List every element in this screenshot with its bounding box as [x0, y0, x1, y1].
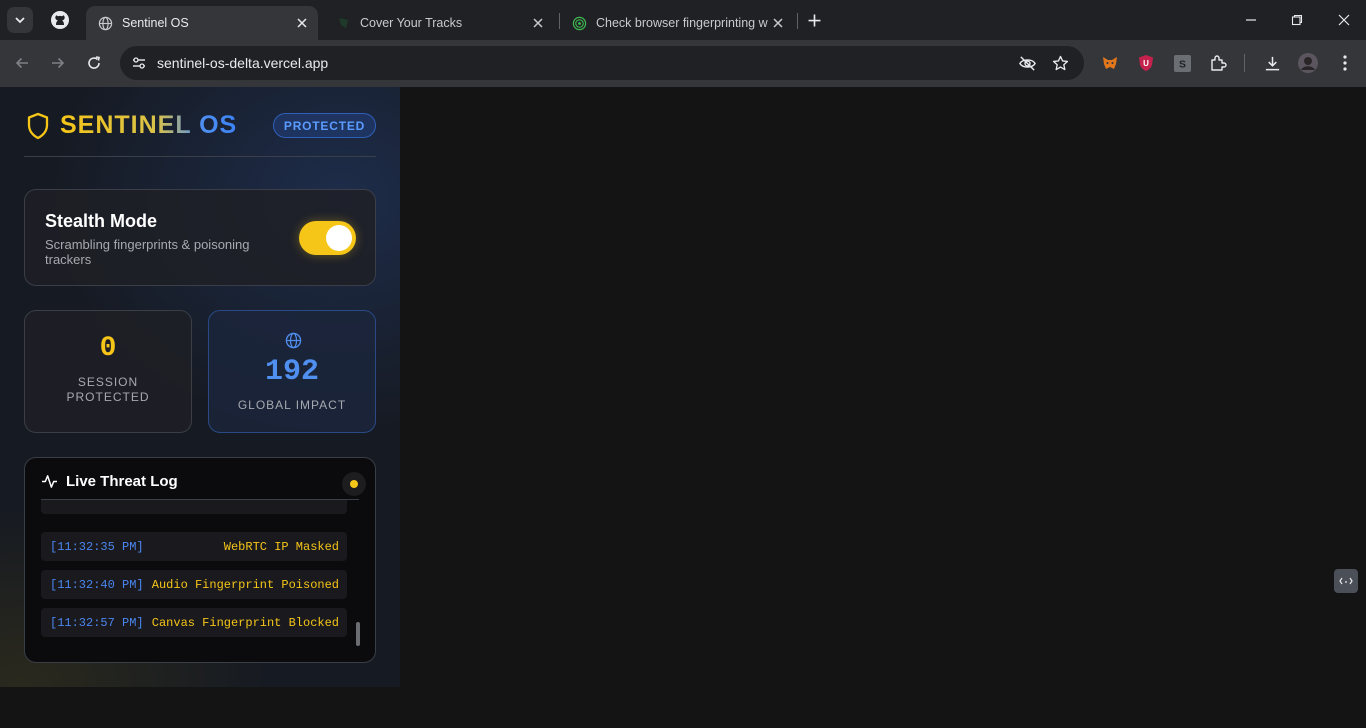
browser-toolbar: sentinel-os-delta.vercel.app U S: [0, 40, 1366, 87]
close-window-icon[interactable]: [1334, 10, 1354, 30]
shield-icon: [27, 112, 49, 139]
address-bar[interactable]: sentinel-os-delta.vercel.app: [120, 46, 1084, 80]
threat-log-list[interactable]: [11:32:35 PM] WebRTC IP Masked [11:32:40…: [41, 500, 351, 650]
brand-title: SENTINEL OS: [60, 111, 238, 139]
site-settings-icon[interactable]: [128, 52, 150, 74]
close-tab-icon[interactable]: [530, 15, 546, 31]
extensions-puzzle-icon[interactable]: [1208, 53, 1228, 73]
log-entry: [11:32:35 PM] WebRTC IP Masked: [41, 532, 347, 561]
log-entry-partial: [41, 500, 347, 514]
more-menu-icon[interactable]: [1335, 53, 1355, 73]
url-text[interactable]: sentinel-os-delta.vercel.app: [157, 55, 328, 71]
tab-title: Cover Your Tracks: [360, 16, 463, 30]
back-arrow-icon[interactable]: [11, 52, 33, 74]
metamask-fox-icon[interactable]: [1100, 53, 1120, 73]
globe-icon: [97, 15, 113, 31]
new-tab-plus-icon[interactable]: [804, 10, 824, 30]
code-face-icon: [1339, 577, 1353, 585]
log-scrollbar[interactable]: [356, 622, 360, 646]
threat-log-panel: Live Threat Log [11:32:35 PM] WebRTC IP …: [24, 457, 376, 663]
log-entry: [11:32:57 PM] Canvas Fingerprint Blocked: [41, 608, 347, 637]
threat-log-title: Live Threat Log: [66, 473, 178, 490]
tab-sentinel-os[interactable]: Sentinel OS: [86, 6, 318, 40]
tab-title: Sentinel OS: [122, 16, 189, 30]
fingerprint-icon: [571, 15, 587, 31]
globe-icon: [284, 331, 302, 349]
stealth-description: Scrambling fingerprints & poisoning trac…: [45, 237, 250, 267]
tab-search-button[interactable]: [7, 7, 33, 33]
stealth-mode-card: Stealth Mode Scrambling fingerprints & p…: [24, 189, 376, 286]
forward-arrow-icon[interactable]: [47, 52, 69, 74]
tab-cover-your-tracks[interactable]: Cover Your Tracks: [324, 6, 554, 40]
global-label: GLOBAL IMPACT: [237, 398, 347, 412]
close-tab-icon[interactable]: [294, 15, 310, 31]
s-extension-icon[interactable]: S: [1172, 53, 1192, 73]
activity-pulse-icon: [42, 475, 57, 488]
log-event: WebRTC IP Masked: [223, 540, 339, 554]
log-event: Audio Fingerprint Poisoned: [151, 578, 339, 592]
toggle-knob: [326, 225, 352, 251]
brand: SENTINEL OS: [26, 111, 237, 140]
log-timestamp: [11:32:57 PM]: [50, 616, 144, 630]
minimize-icon[interactable]: [1241, 10, 1261, 30]
tab-strip: Sentinel OS Cover Your Tracks Check brow…: [0, 0, 1366, 40]
live-dot: [350, 480, 358, 488]
dev-tools-float-button[interactable]: [1334, 569, 1358, 593]
footprint-icon: [335, 15, 351, 31]
session-protected-card: 0 SESSION PROTECTED: [24, 310, 192, 433]
log-entry: [11:32:40 PM] Audio Fingerprint Poisoned: [41, 570, 347, 599]
profile-avatar[interactable]: [1298, 53, 1318, 73]
stealth-title: Stealth Mode: [45, 211, 158, 231]
eye-off-icon[interactable]: [1017, 53, 1037, 73]
bookmark-star-icon[interactable]: [1050, 53, 1070, 73]
global-count: 192: [264, 355, 319, 389]
download-icon[interactable]: [1262, 53, 1282, 73]
log-event: Canvas Fingerprint Blocked: [151, 616, 339, 630]
global-impact-card: 192 GLOBAL IMPACT: [208, 310, 376, 433]
chevron-down-icon: [15, 17, 25, 24]
github-icon[interactable]: [49, 9, 71, 31]
header-divider: [24, 156, 376, 157]
threat-log-header: Live Threat Log: [41, 473, 178, 490]
ublock-shield-icon[interactable]: U: [1136, 53, 1156, 73]
tab-title: Check browser fingerprinting w: [596, 16, 768, 30]
reload-icon[interactable]: [83, 52, 105, 74]
restore-icon[interactable]: [1287, 10, 1307, 30]
tab-separator: [797, 13, 798, 29]
log-timestamp: [11:32:35 PM]: [50, 540, 144, 554]
status-badge: PROTECTED: [273, 113, 376, 138]
close-tab-icon[interactable]: [770, 15, 786, 31]
sentinel-panel: SENTINEL OS PROTECTED Stealth Mode Scram…: [0, 87, 400, 687]
live-indicator: [342, 472, 366, 496]
session-label: SESSION PROTECTED: [66, 375, 150, 404]
svg-text:U: U: [1143, 59, 1149, 68]
log-timestamp: [11:32:40 PM]: [50, 578, 144, 592]
page-viewport: SENTINEL OS PROTECTED Stealth Mode Scram…: [0, 87, 1366, 728]
svg-text:S: S: [1179, 59, 1186, 70]
tab-fingerprinting[interactable]: Check browser fingerprinting w: [560, 6, 794, 40]
session-count: 0: [99, 333, 117, 364]
stealth-mode-toggle[interactable]: [299, 221, 356, 255]
toolbar-separator: [1244, 54, 1245, 72]
